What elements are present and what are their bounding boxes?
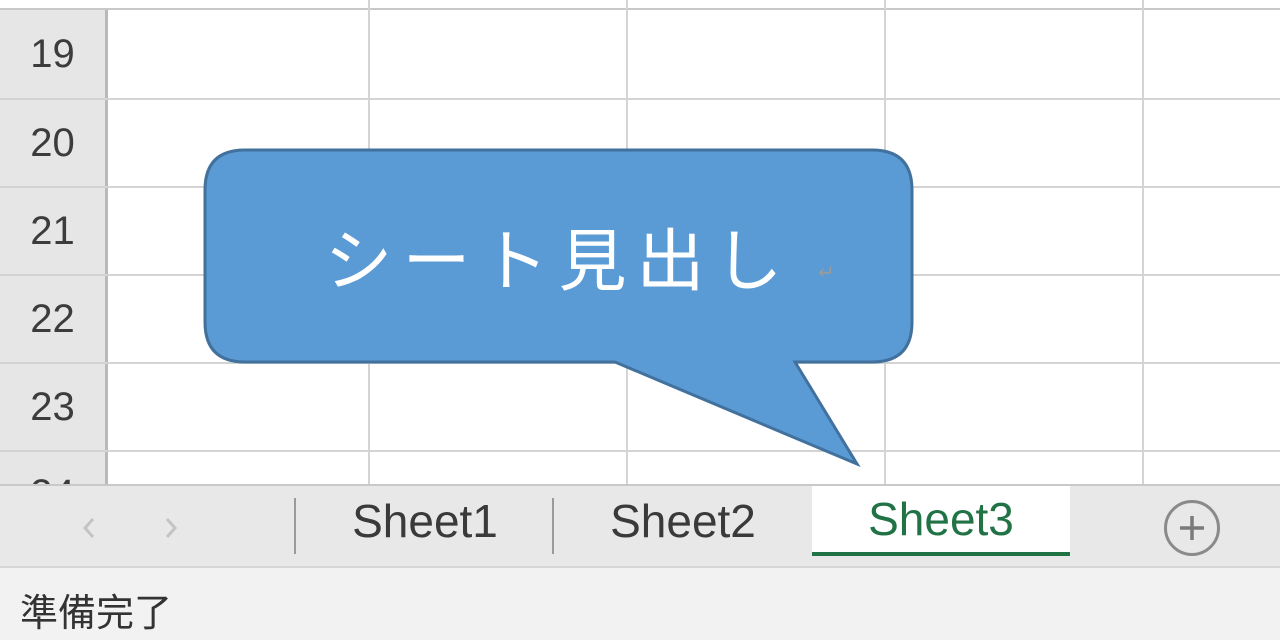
status-bar: 準備完了 xyxy=(0,566,1280,640)
column-gridline xyxy=(1142,0,1144,484)
scroll-tabs-right-button[interactable] xyxy=(156,508,186,548)
row-gridline xyxy=(0,450,1280,452)
paragraph-mark-icon: ↵ xyxy=(818,262,835,284)
chevron-left-icon xyxy=(82,518,95,538)
chevron-right-icon xyxy=(165,518,178,538)
sheet-tab-sheet2[interactable]: Sheet2 xyxy=(554,486,812,556)
row-header-24[interactable]: 24 xyxy=(0,452,108,484)
row-header-20[interactable]: 20 xyxy=(0,100,108,186)
row-header-19[interactable]: 19 xyxy=(0,10,108,98)
sheet-tab-sheet3[interactable]: Sheet3 xyxy=(812,486,1070,556)
row-gridline xyxy=(0,98,1280,100)
plus-icon xyxy=(1180,516,1204,540)
row-gridline xyxy=(0,362,1280,364)
row-header-22[interactable]: 22 xyxy=(0,276,108,362)
sheet-tab-bar: Sheet1 Sheet2 Sheet3 xyxy=(0,484,1280,566)
new-sheet-button[interactable] xyxy=(1164,500,1220,556)
row-header-21[interactable]: 21 xyxy=(0,188,108,274)
status-text: 準備完了 xyxy=(20,591,173,635)
row-header-23[interactable]: 23 xyxy=(0,364,108,450)
scroll-tabs-left-button[interactable] xyxy=(74,508,104,548)
sheet-tab-sheet1[interactable]: Sheet1 xyxy=(296,486,554,556)
grid-top-rule xyxy=(0,8,1280,10)
callout-text: シート見出し xyxy=(324,222,793,302)
